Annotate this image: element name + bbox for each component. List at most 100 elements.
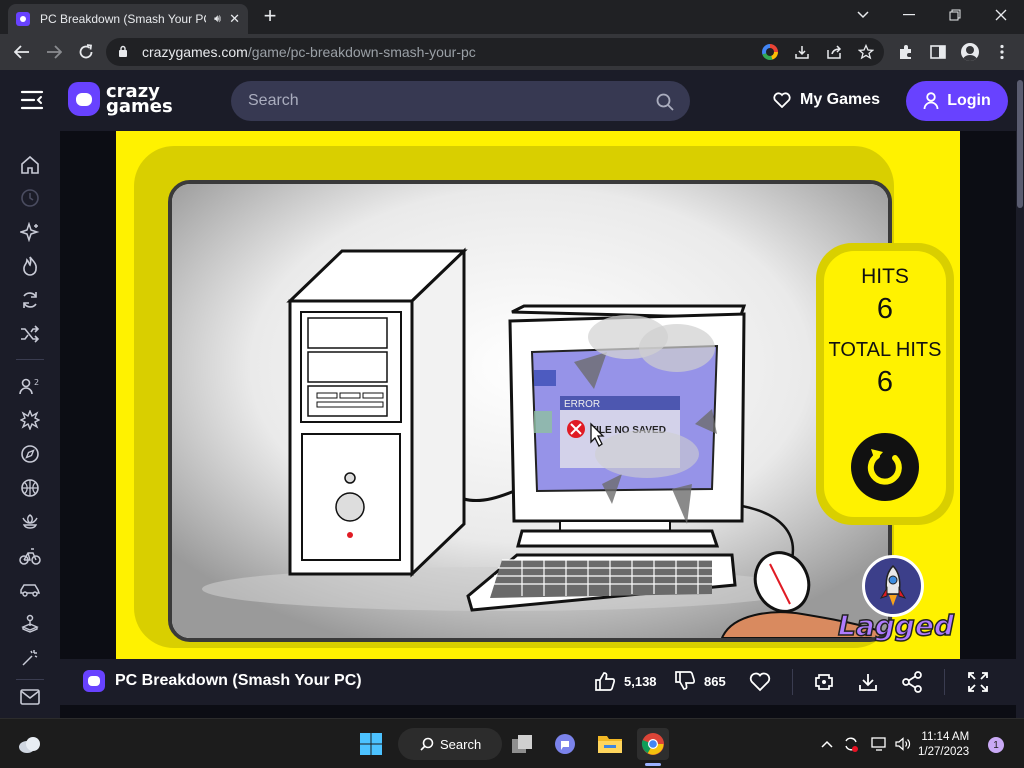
report-bug-icon[interactable] <box>812 670 836 694</box>
window-close-button[interactable] <box>978 0 1024 30</box>
sidebar-magic-wand-icon[interactable] <box>18 646 42 670</box>
sidebar-bike-icon[interactable] <box>18 544 42 568</box>
pc-tower[interactable] <box>286 247 468 578</box>
game-scene[interactable]: ERROR FILE NO SAVED <box>172 184 888 638</box>
sidebar-divider <box>16 359 44 360</box>
notification-count-badge[interactable]: 1 <box>988 737 1004 753</box>
sidebar-updated-refresh-icon[interactable] <box>18 288 42 312</box>
total-hits-label: TOTAL HITS <box>828 339 942 361</box>
tab-close-icon[interactable]: ✕ <box>229 11 240 27</box>
sidebar-car-icon[interactable] <box>18 578 42 602</box>
screen-frame: ERROR FILE NO SAVED <box>134 146 894 648</box>
share-icon[interactable] <box>824 42 844 62</box>
infobar-divider <box>792 669 793 695</box>
active-app-indicator <box>645 763 661 766</box>
like-button[interactable]: 5,138 <box>594 671 657 691</box>
browser-tab[interactable]: PC Breakdown (Smash Your PC) 🔊︎ ✕ <box>8 4 248 34</box>
login-button[interactable]: Login <box>906 81 1008 121</box>
sidebar-action-explosion-icon[interactable] <box>18 408 42 432</box>
sidebar-collapse-menu-icon[interactable] <box>20 90 44 110</box>
lagged-brand-text: Lagged <box>837 608 954 643</box>
error-dialog-title: ERROR <box>564 399 600 410</box>
weather-cloud-icon[interactable] <box>14 728 46 760</box>
fullscreen-icon[interactable] <box>966 670 990 694</box>
page-below-fold <box>60 705 1016 718</box>
sidebar-trending-flame-icon[interactable] <box>18 254 42 278</box>
file-explorer-icon[interactable] <box>594 728 626 760</box>
browser-toolbar: crazygames.com/game/pc-breakdown-smash-y… <box>0 34 1024 70</box>
side-panel-icon[interactable] <box>928 42 948 62</box>
forward-button[interactable] <box>42 40 66 64</box>
lagged-logo[interactable]: Lagged <box>834 551 956 655</box>
sidebar-clicker-joystick-icon[interactable] <box>18 612 42 636</box>
sidebar-basketball-icon[interactable] <box>18 476 42 500</box>
sidebar-new-sparkle-icon[interactable] <box>18 220 42 244</box>
login-label: Login <box>947 92 991 109</box>
back-button[interactable] <box>10 40 34 64</box>
sync-alert-icon[interactable] <box>843 736 859 752</box>
profile-avatar-icon[interactable] <box>960 42 980 62</box>
taskbar-search-label: Search <box>440 736 482 752</box>
my-games-label: My Games <box>800 91 881 108</box>
game-title: PC Breakdown (Smash Your PC) <box>115 672 362 689</box>
site-search-input[interactable]: Search <box>231 81 690 121</box>
search-icon[interactable] <box>656 93 674 111</box>
address-bar[interactable]: crazygames.com/game/pc-breakdown-smash-y… <box>106 38 884 66</box>
browser-menu-kebab-icon[interactable] <box>992 42 1012 62</box>
page-scrollbar-thumb[interactable] <box>1017 80 1023 208</box>
sidebar-home-icon[interactable] <box>18 153 42 177</box>
my-games-link[interactable]: My Games <box>773 91 880 109</box>
taskbar-search-button[interactable]: Search <box>398 728 502 760</box>
favorite-heart-icon[interactable] <box>748 670 772 694</box>
logo-text-line2: games <box>106 96 173 117</box>
sidebar-contact-mail-icon[interactable] <box>18 685 42 709</box>
volume-speaker-icon[interactable] <box>895 736 911 752</box>
sidebar-recent-clock-icon[interactable] <box>18 186 42 210</box>
extensions-puzzle-icon[interactable] <box>896 42 916 62</box>
teams-chat-icon[interactable] <box>549 728 581 760</box>
dislike-button[interactable]: 865 <box>674 671 726 691</box>
network-display-icon[interactable] <box>871 736 887 752</box>
crt-monitor[interactable]: ERROR FILE NO SAVED <box>508 304 747 548</box>
dislikes-count: 865 <box>704 673 726 689</box>
url-text[interactable]: crazygames.com/game/pc-breakdown-smash-y… <box>142 44 476 60</box>
tray-overflow-chevron-icon[interactable] <box>819 736 835 752</box>
taskbar-clock[interactable]: 11:14 AM 1/27/2023 <box>918 730 969 760</box>
share-icon[interactable] <box>900 670 924 694</box>
download-icon[interactable] <box>856 670 880 694</box>
windows-start-icon[interactable] <box>355 728 387 760</box>
user-icon <box>923 92 939 110</box>
minimize-button[interactable] <box>886 0 932 30</box>
crazygames-logo[interactable]: crazy games <box>68 82 173 116</box>
reload-button[interactable] <box>74 40 98 64</box>
category-sidebar: 2 <box>0 131 60 718</box>
crazygames-badge-icon <box>83 670 105 692</box>
game-info-bar: PC Breakdown (Smash Your PC) 5,138 865 <box>60 659 1016 705</box>
search-icon <box>420 737 434 751</box>
restore-button[interactable] <box>932 0 978 30</box>
task-view-icon[interactable] <box>506 728 538 760</box>
speaker-icon[interactable]: 🔊︎ <box>214 13 221 26</box>
infobar-divider <box>944 669 945 695</box>
restart-arrow-icon <box>867 449 902 485</box>
sidebar-casual-flower-icon[interactable] <box>18 510 42 534</box>
game-canvas[interactable]: ERROR FILE NO SAVED HITS 6 TOTAL HITS 6 … <box>116 131 960 659</box>
hits-label: HITS <box>861 265 909 288</box>
svg-text:2: 2 <box>34 378 39 387</box>
new-tab-button[interactable]: + <box>258 3 282 29</box>
likes-count: 5,138 <box>624 673 657 689</box>
sidebar-random-shuffle-icon[interactable] <box>18 322 42 346</box>
sidebar-two-player-icon[interactable]: 2 <box>18 374 42 398</box>
bookmark-star-icon[interactable] <box>856 42 876 62</box>
tab-search-chevron-icon[interactable] <box>840 0 886 30</box>
chrome-taskbar-icon[interactable] <box>637 728 669 760</box>
restart-button[interactable] <box>851 433 919 501</box>
google-icon[interactable] <box>760 42 780 62</box>
install-app-icon[interactable] <box>792 42 812 62</box>
site-header: crazy games Search My Games Login <box>0 70 1016 131</box>
lock-icon[interactable] <box>118 45 128 57</box>
thumbs-up-icon <box>595 672 616 691</box>
hits-value: 6 <box>876 293 894 325</box>
sidebar-adventure-compass-icon[interactable] <box>18 442 42 466</box>
browser-tabstrip: PC Breakdown (Smash Your PC) 🔊︎ ✕ + <box>0 0 1024 34</box>
